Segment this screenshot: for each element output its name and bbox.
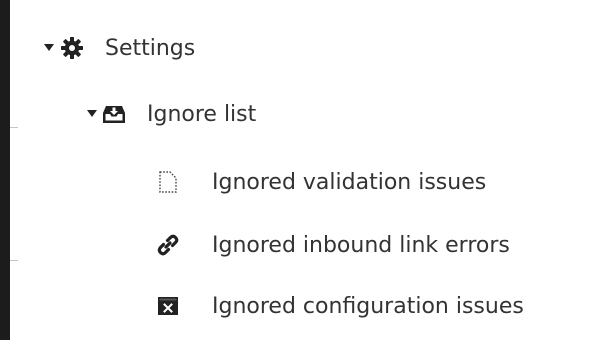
chevron-down-icon[interactable]	[42, 41, 56, 55]
chevron-down-icon[interactable]	[85, 107, 99, 121]
tree-item-label: Settings	[105, 35, 196, 61]
tree-panel: Settings Ignore list Ignored validation …	[0, 0, 601, 340]
tree-view: Settings Ignore list Ignored validation …	[0, 0, 601, 340]
dashed-document-icon	[155, 169, 181, 195]
close-window-icon	[155, 293, 181, 319]
tree-item-label: Ignored inbound link errors	[212, 232, 510, 258]
gear-icon	[59, 35, 85, 61]
tree-item-ignored-configuration-issues[interactable]: Ignored configuration issues	[155, 286, 524, 326]
tree-item-ignored-inbound-link-errors[interactable]: Ignored inbound link errors	[155, 225, 510, 265]
tree-item-ignored-validation-issues[interactable]: Ignored validation issues	[155, 162, 486, 202]
tree-item-label: Ignored validation issues	[212, 169, 487, 195]
tree-item-label: Ignore list	[147, 101, 257, 127]
tree-item-settings[interactable]: Settings	[42, 28, 195, 68]
link-icon	[155, 232, 181, 258]
tree-item-label: Ignored configuration issues	[212, 293, 524, 319]
tree-item-ignore-list[interactable]: Ignore list	[85, 94, 256, 134]
inbox-download-icon	[101, 101, 127, 127]
